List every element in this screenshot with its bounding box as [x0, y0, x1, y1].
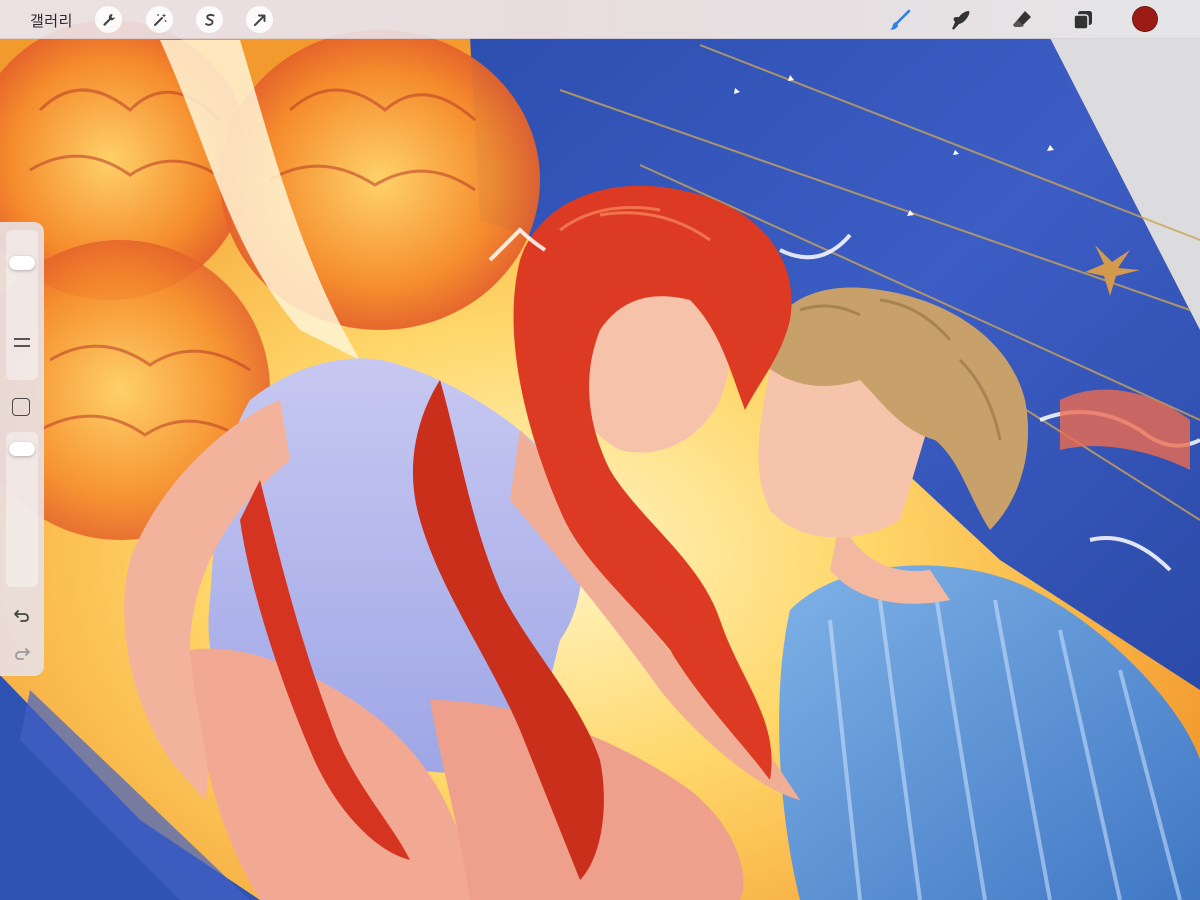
artwork-illustration [0, 0, 1200, 900]
slider-grip-icon [14, 345, 30, 347]
layers-icon [1072, 10, 1092, 30]
selection-s-icon [204, 13, 214, 26]
brush-size-slider[interactable] [6, 230, 38, 380]
left-sidebar [0, 222, 44, 676]
wrench-icon [102, 13, 115, 26]
redo-icon [15, 648, 30, 660]
gallery-button[interactable]: 갤러리 [30, 10, 73, 31]
drawing-canvas[interactable] [0, 0, 1200, 900]
brush-icon [889, 9, 910, 30]
eraser-tool-button[interactable] [1008, 6, 1035, 33]
smudge-tool-button[interactable] [947, 6, 974, 33]
color-picker-swatch[interactable] [1132, 6, 1158, 32]
actions-button[interactable] [95, 6, 122, 33]
transform-button[interactable] [246, 6, 273, 33]
eraser-icon [1012, 10, 1031, 27]
smudge-finger-icon [951, 10, 969, 29]
modify-square-icon[interactable] [12, 398, 30, 416]
undo-icon [14, 610, 29, 622]
selection-button[interactable] [196, 6, 223, 33]
slider-grip-icon [14, 338, 30, 340]
layers-button[interactable] [1069, 6, 1096, 33]
arrow-cursor-icon [253, 14, 265, 26]
brush-size-slider-thumb[interactable] [9, 256, 35, 271]
undo-button[interactable] [10, 604, 34, 628]
brush-tool-button[interactable] [886, 6, 913, 33]
redo-button[interactable] [10, 642, 34, 666]
brush-opacity-slider-thumb[interactable] [9, 441, 35, 456]
adjustments-button[interactable] [146, 6, 173, 33]
magic-wand-icon [153, 13, 166, 26]
brush-opacity-slider[interactable] [6, 432, 38, 587]
top-toolbar: 갤러리 [0, 0, 1200, 39]
